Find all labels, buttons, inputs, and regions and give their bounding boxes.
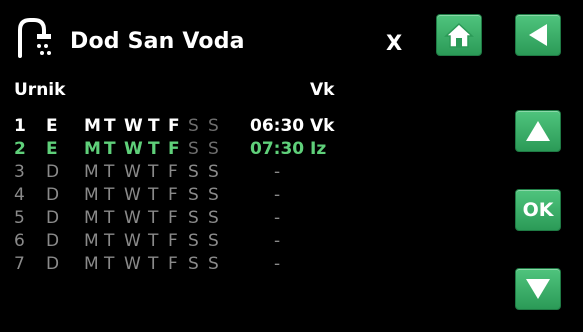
day-3: T <box>148 139 160 159</box>
home-button[interactable] <box>436 14 482 56</box>
day-5: S <box>188 139 199 159</box>
arrow-down-icon <box>526 279 550 299</box>
day-5: S <box>188 231 199 251</box>
row-time: 07:30 <box>250 139 305 159</box>
day-3: T <box>148 231 159 251</box>
row-number: 6 <box>14 231 25 251</box>
day-6: S <box>208 231 219 251</box>
close-button[interactable]: X <box>386 31 402 55</box>
row-value: Iz <box>310 139 327 159</box>
row-mode: D <box>46 185 60 205</box>
row-time: - <box>274 254 281 274</box>
day-6: S <box>208 185 219 205</box>
table-row[interactable]: 2 E M T W T F S S 07:30 Iz <box>0 139 500 161</box>
row-time: - <box>274 208 281 228</box>
row-mode: D <box>46 208 60 228</box>
day-6: S <box>208 254 219 274</box>
day-4: F <box>168 231 178 251</box>
day-5: S <box>188 162 199 182</box>
day-3: T <box>148 185 159 205</box>
day-0: M <box>84 208 99 228</box>
row-mode: D <box>46 254 60 274</box>
ok-button[interactable]: OK <box>515 189 561 231</box>
row-number: 2 <box>14 139 26 159</box>
row-number: 1 <box>14 116 26 136</box>
table-row[interactable]: 1 E M T W T F S S 06:30 Vk <box>0 116 500 138</box>
column-header-schedule: Urnik <box>14 80 66 100</box>
day-0: M <box>84 162 99 182</box>
row-time: - <box>274 231 281 251</box>
scroll-up-button[interactable] <box>515 110 561 152</box>
day-2: W <box>124 208 141 228</box>
row-time: - <box>274 185 281 205</box>
day-5: S <box>188 116 199 136</box>
day-2: W <box>124 185 141 205</box>
row-mode: E <box>46 139 58 159</box>
day-1: T <box>104 231 115 251</box>
day-5: S <box>188 185 199 205</box>
day-1: T <box>104 185 115 205</box>
day-1: T <box>104 162 115 182</box>
row-mode: D <box>46 162 60 182</box>
back-arrow-icon <box>529 24 547 46</box>
row-number: 4 <box>14 185 25 205</box>
row-number: 5 <box>14 208 25 228</box>
day-1: T <box>104 139 116 159</box>
row-mode: E <box>46 116 58 136</box>
scroll-down-button[interactable] <box>515 268 561 310</box>
day-0: M <box>84 185 99 205</box>
day-1: T <box>104 116 116 136</box>
day-5: S <box>188 208 199 228</box>
row-number: 3 <box>14 162 25 182</box>
day-6: S <box>208 162 219 182</box>
row-value: Vk <box>310 116 335 136</box>
day-1: T <box>104 208 115 228</box>
day-4: F <box>168 254 178 274</box>
day-4: F <box>168 116 180 136</box>
day-6: S <box>208 116 219 136</box>
day-6: S <box>208 208 219 228</box>
day-0: M <box>84 231 99 251</box>
day-6: S <box>208 139 219 159</box>
day-3: T <box>148 116 160 136</box>
table-row[interactable]: 5DMTWTFSS- <box>0 208 500 230</box>
day-3: T <box>148 208 159 228</box>
day-5: S <box>188 254 199 274</box>
day-0: M <box>84 116 101 136</box>
day-0: M <box>84 254 99 274</box>
row-mode: D <box>46 231 60 251</box>
day-4: F <box>168 139 180 159</box>
day-3: T <box>148 254 159 274</box>
home-icon <box>444 22 474 48</box>
shower-tap-icon <box>18 18 51 58</box>
page-title: Dod San Voda <box>70 29 245 54</box>
table-row[interactable]: 4DMTWTFSS- <box>0 185 500 207</box>
day-2: W <box>124 139 143 159</box>
arrow-up-icon <box>526 121 550 141</box>
day-4: F <box>168 185 178 205</box>
table-row[interactable]: 3DMTWTFSS- <box>0 162 500 184</box>
table-row[interactable]: 7DMTWTFSS- <box>0 254 500 276</box>
day-4: F <box>168 208 178 228</box>
day-2: W <box>124 116 143 136</box>
row-time: - <box>274 162 281 182</box>
day-3: T <box>148 162 159 182</box>
day-4: F <box>168 162 178 182</box>
day-0: M <box>84 139 101 159</box>
day-2: W <box>124 162 141 182</box>
back-button[interactable] <box>515 14 561 56</box>
day-2: W <box>124 231 141 251</box>
day-1: T <box>104 254 115 274</box>
table-row[interactable]: 6DMTWTFSS- <box>0 231 500 253</box>
row-number: 7 <box>14 254 25 274</box>
day-2: W <box>124 254 141 274</box>
row-time: 06:30 <box>250 116 305 136</box>
column-header-mode: Vk <box>310 80 335 100</box>
